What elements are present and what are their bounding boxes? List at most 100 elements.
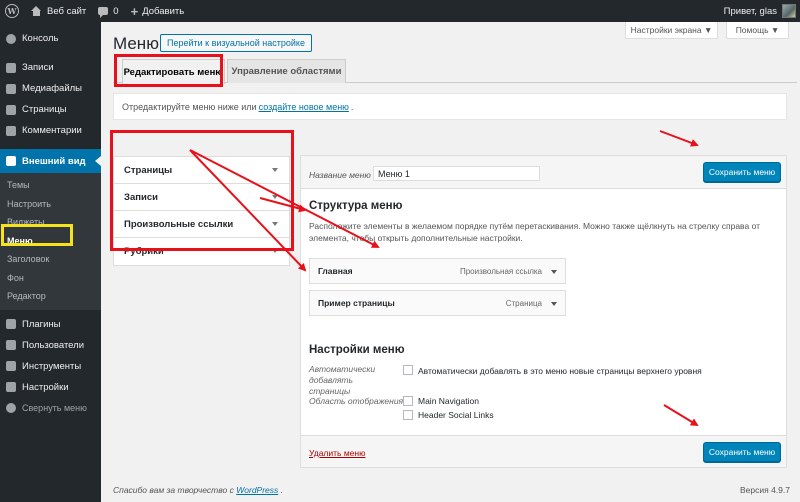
highlight-accordion	[110, 130, 294, 251]
avatar	[782, 4, 796, 18]
menu-item-row[interactable]: Пример страницы Страница	[309, 290, 566, 316]
notice-text: Отредактируйте меню ниже или	[122, 101, 257, 112]
location-main-checkbox[interactable]	[403, 396, 413, 406]
page-title: Меню	[113, 34, 159, 53]
sidebar-item-dashboard[interactable]: Консоль	[0, 28, 101, 49]
menu-item-title: Главная	[318, 266, 353, 276]
menu-header: Название меню Меню 1 Сохранить меню	[301, 156, 786, 189]
sidebar-item-label: Консоль	[22, 33, 59, 44]
tab-label: Управление областями	[231, 66, 342, 77]
screen-options-button[interactable]: Настройки экрана ▼	[625, 22, 718, 39]
menu-item-row[interactable]: Главная Произвольная ссылка	[309, 258, 566, 284]
footer-version: Версия 4.9.7	[740, 485, 790, 495]
sidebar-item-label: Настройки	[22, 381, 69, 393]
main-content: Настройки экрана ▼ Помощь ▼ Меню Перейти…	[101, 22, 800, 502]
menu-structure-title: Структура меню	[309, 200, 403, 212]
appearance-icon	[6, 156, 16, 166]
sidebar-item-label: Инструменты	[22, 360, 82, 372]
locations-label: Область отображения	[309, 396, 404, 406]
help-button[interactable]: Помощь ▼	[726, 22, 789, 39]
sidebar-item-media[interactable]: Медиафайлы	[0, 78, 101, 99]
tools-icon	[6, 361, 16, 371]
sidebar-item-label: Пользователи	[22, 339, 85, 351]
pin-icon	[6, 62, 16, 73]
site-name-link[interactable]: Веб сайт	[25, 0, 92, 22]
save-menu-button-top[interactable]: Сохранить меню	[703, 162, 781, 182]
menu-footer: Удалить меню Сохранить меню	[301, 435, 786, 467]
sidebar-item-label: Комментарии	[22, 125, 82, 136]
users-icon	[6, 340, 16, 350]
comments-count: 0	[113, 5, 119, 17]
submenu-item-header[interactable]: Заголовок	[0, 250, 101, 269]
sidebar-item-tools[interactable]: Инструменты	[0, 356, 101, 377]
auto-add-checkbox[interactable]	[403, 365, 413, 375]
sidebar-item-label: Медиафайлы	[22, 83, 83, 94]
footer-thanks: Спасибо вам за творчество с WordPress .	[113, 485, 283, 495]
highlight-edit-tab	[114, 54, 223, 87]
pages-icon	[6, 104, 16, 115]
admin-sidebar: Консоль Записи Медиафайлы Страницы Комме…	[0, 22, 101, 502]
account-menu[interactable]: Привет, glas	[718, 0, 800, 22]
submenu-item-themes[interactable]: Темы	[0, 176, 101, 195]
submenu-item-editor[interactable]: Редактор	[0, 287, 101, 306]
sidebar-item-label: Записи	[22, 62, 54, 73]
location-social-checkbox[interactable]	[403, 410, 413, 420]
screen-options-label: Настройки экрана ▼	[630, 25, 713, 35]
location-main-label: Main Navigation	[418, 396, 479, 406]
sidebar-item-label: Внешний вид	[22, 155, 86, 167]
menu-name-label: Название меню	[309, 170, 371, 180]
media-icon	[6, 83, 16, 94]
sidebar-item-comments[interactable]: Комментарии	[0, 120, 101, 141]
sidebar-item-plugins[interactable]: Плагины	[0, 314, 101, 335]
sidebar-item-settings[interactable]: Настройки	[0, 377, 101, 398]
home-icon	[31, 6, 42, 16]
plugins-icon	[6, 319, 16, 329]
wp-logo-menu[interactable]: W	[0, 0, 25, 22]
sidebar-item-label: Страницы	[22, 104, 67, 115]
comments-icon	[6, 125, 16, 136]
sidebar-item-posts[interactable]: Записи	[0, 57, 101, 78]
footer-thanks-end: .	[280, 485, 284, 495]
settings-icon	[6, 382, 16, 392]
menu-structure-desc: Расположите элементы в желаемом порядке …	[309, 221, 761, 243]
admin-bar: W Веб сайт 0 + Добавить Привет, glas	[0, 0, 800, 22]
auto-add-label: Автоматически добавлять страницы	[309, 364, 376, 396]
comment-icon	[98, 7, 109, 18]
footer-thanks-text: Спасибо вам за творчество с	[113, 485, 234, 495]
chevron-down-icon[interactable]	[551, 270, 557, 274]
add-new-label: Добавить	[142, 5, 185, 17]
comments-link[interactable]: 0	[92, 0, 124, 22]
sidebar-item-appearance[interactable]: Внешний вид	[0, 149, 101, 173]
delete-menu-link[interactable]: Удалить меню	[309, 448, 365, 458]
submenu-item-background[interactable]: Фон	[0, 269, 101, 288]
visual-customize-button[interactable]: Перейти к визуальной настройке	[160, 34, 312, 52]
submenu-item-customize[interactable]: Настроить	[0, 195, 101, 214]
sidebar-item-pages[interactable]: Страницы	[0, 99, 101, 120]
menu-item-type: Произвольная ссылка	[459, 266, 542, 276]
help-label: Помощь ▼	[735, 25, 780, 35]
sidebar-item-users[interactable]: Пользователи	[0, 335, 101, 356]
site-name-label: Веб сайт	[47, 5, 87, 17]
notice-end: .	[350, 101, 354, 112]
dashboard-icon	[6, 33, 16, 44]
menu-item-title: Пример страницы	[318, 298, 395, 308]
tab-manage-locations[interactable]: Управление областями	[227, 59, 346, 83]
collapse-menu-button[interactable]: Свернуть меню	[0, 398, 101, 419]
create-new-menu-link[interactable]: создайте новое меню	[259, 102, 349, 112]
menu-management: Название меню Меню 1 Сохранить меню Стру…	[300, 155, 787, 468]
menu-item-type: Страница	[505, 298, 542, 308]
plus-icon: +	[130, 3, 139, 19]
menu-settings-title: Настройки меню	[309, 344, 405, 356]
wordpress-logo-icon: W	[5, 4, 19, 18]
menu-name-input[interactable]: Меню 1	[373, 166, 540, 181]
location-social-label: Header Social Links	[418, 410, 494, 420]
add-new-link[interactable]: + Добавить	[125, 0, 191, 22]
sidebar-item-label: Плагины	[22, 318, 61, 330]
greeting-text: Привет, glas	[723, 5, 777, 17]
chevron-down-icon[interactable]	[551, 302, 557, 306]
wordpress-link[interactable]: WordPress	[236, 485, 278, 495]
edit-menu-notice: Отредактируйте меню ниже или создайте но…	[113, 93, 787, 120]
auto-add-text: Автоматически добавлять в это меню новые…	[418, 366, 702, 376]
save-menu-button-bottom[interactable]: Сохранить меню	[703, 442, 781, 462]
highlight-menu-submenu	[1, 224, 73, 246]
